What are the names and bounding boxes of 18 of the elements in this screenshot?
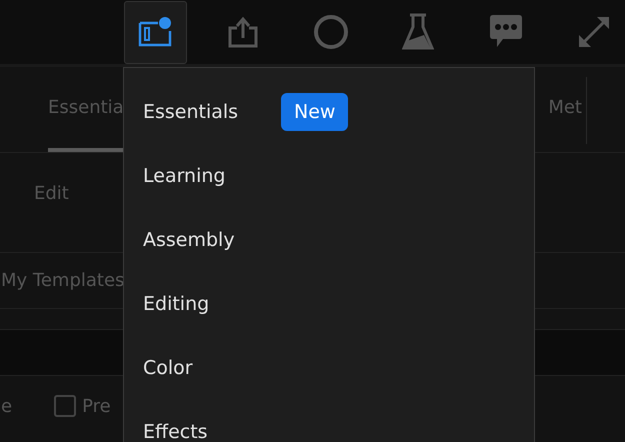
menu-item[interactable]: Learning [143, 165, 281, 187]
menu-item[interactable]: Effects [143, 421, 281, 442]
templates-label: My Templates [1, 270, 124, 291]
workspace-panel-icon [138, 15, 172, 49]
checkbox-label: Pre [82, 396, 111, 416]
circle-icon [312, 14, 349, 50]
menu-item[interactable]: Editing [143, 293, 281, 315]
workspaces-button[interactable] [124, 0, 187, 64]
menu-item[interactable]: Essentials [143, 101, 281, 123]
expand-icon [576, 15, 611, 49]
share-icon [227, 16, 259, 48]
option-label: e [1, 396, 12, 416]
flask-icon [402, 13, 434, 51]
new-badge: New [281, 93, 348, 131]
checkbox[interactable] [54, 395, 76, 417]
menu-item[interactable]: Assembly [143, 229, 281, 251]
menu-item[interactable]: Color [143, 357, 281, 379]
edit-label: Edit [34, 183, 69, 204]
